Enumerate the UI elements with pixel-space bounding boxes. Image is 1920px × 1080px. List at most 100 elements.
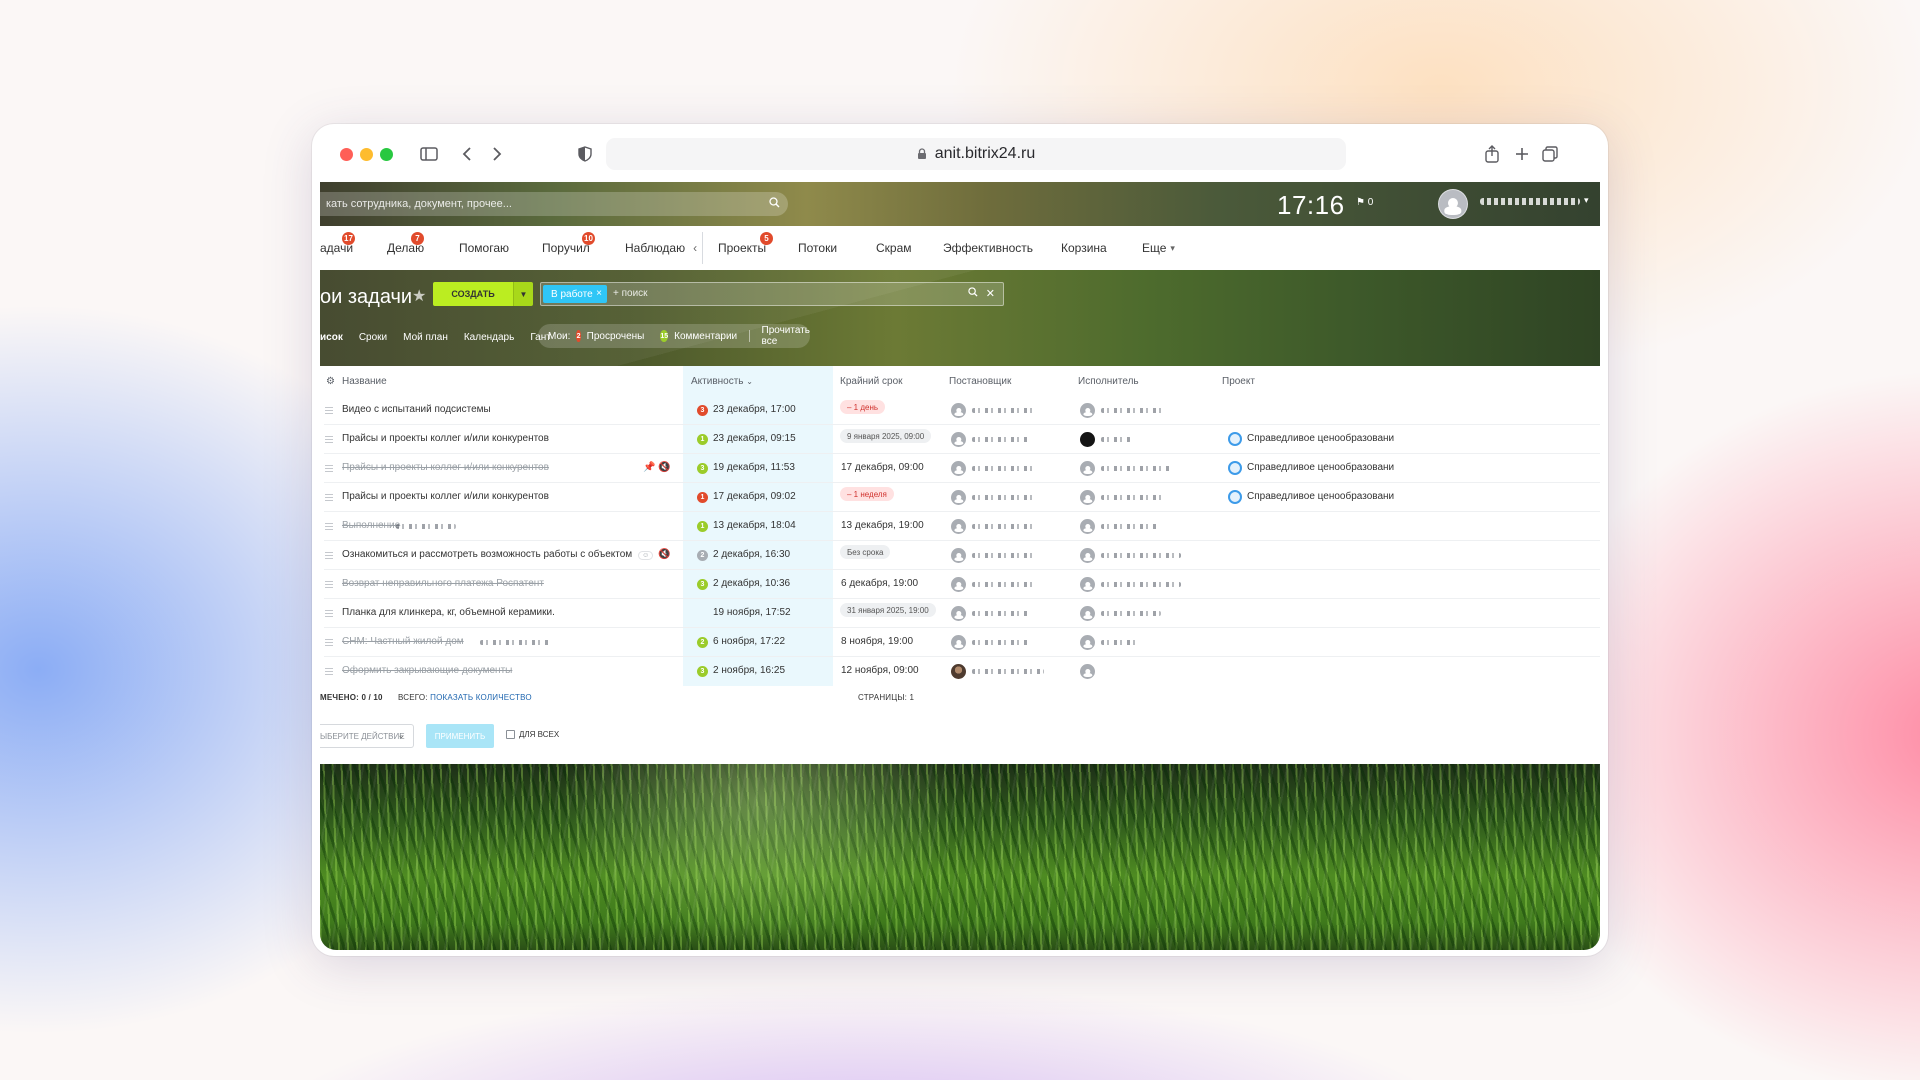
- address-bar[interactable]: anit.bitrix24.ru: [606, 138, 1346, 170]
- task-title[interactable]: Прайсы и проекты коллег и/или конкуренто…: [342, 462, 549, 473]
- nav-item-more[interactable]: Еще ▾: [1142, 226, 1175, 270]
- task-title[interactable]: Видео с испытаний подсистемы: [342, 404, 491, 415]
- tab-my-plan[interactable]: Мой план: [403, 332, 448, 343]
- tab-deadlines[interactable]: Сроки: [359, 332, 387, 343]
- deadline-pill[interactable]: – 1 неделя: [840, 487, 894, 501]
- nav-item-trash[interactable]: Корзина: [1061, 226, 1107, 270]
- table-row[interactable]: Прайсы и проекты коллег и/или конкуренто…: [320, 425, 1600, 454]
- filter-search-input[interactable]: + поиск: [613, 288, 648, 299]
- task-title[interactable]: Выполнение: [342, 520, 400, 531]
- deadline-pill[interactable]: 9 января 2025, 09:00: [840, 429, 932, 443]
- task-title[interactable]: Возврат неправильного платежа Роспатент: [342, 578, 544, 589]
- drag-handle-icon[interactable]: [325, 465, 333, 472]
- creator-name-redacted[interactable]: [972, 437, 1030, 442]
- zoom-window-button[interactable]: [380, 148, 393, 161]
- filter-chip-in-progress[interactable]: В работе ×: [543, 285, 607, 303]
- deadline-date[interactable]: 12 ноября, 09:00: [841, 665, 919, 676]
- drag-handle-icon[interactable]: [325, 610, 333, 617]
- creator-avatar[interactable]: [951, 519, 966, 534]
- create-task-button[interactable]: СОЗДАТЬ: [433, 282, 513, 306]
- column-header-responsible[interactable]: Исполнитель: [1078, 376, 1139, 387]
- creator-name-redacted[interactable]: [972, 408, 1034, 413]
- table-row[interactable]: Прайсы и проекты коллег и/или конкуренто…: [320, 454, 1600, 483]
- deadline-date[interactable]: 17 декабря, 09:00: [841, 462, 924, 473]
- creator-name-redacted[interactable]: [972, 611, 1030, 616]
- shield-icon[interactable]: [576, 141, 594, 167]
- creator-avatar[interactable]: [951, 490, 966, 505]
- deadline-date[interactable]: 6 декабря, 19:00: [841, 578, 918, 589]
- minimize-window-button[interactable]: [360, 148, 373, 161]
- star-icon[interactable]: ★: [412, 286, 426, 306]
- responsible-avatar[interactable]: [1080, 548, 1095, 563]
- creator-name-redacted[interactable]: [972, 524, 1034, 529]
- task-title[interactable]: Ознакомиться и рассмотреть возможность р…: [342, 549, 654, 560]
- deadline-date[interactable]: 13 декабря, 19:00: [841, 520, 924, 531]
- responsible-avatar[interactable]: [1080, 432, 1095, 447]
- drag-handle-icon[interactable]: [325, 523, 333, 530]
- task-title[interactable]: Оформить закрывающие документы: [342, 665, 512, 676]
- task-title[interactable]: Прайсы и проекты коллег и/или конкуренто…: [342, 491, 549, 502]
- nav-item-efficiency[interactable]: Эффективность: [943, 226, 1033, 270]
- project-link[interactable]: Справедливое ценообразовани: [1247, 433, 1394, 444]
- clear-search-icon[interactable]: ✕: [986, 287, 995, 300]
- nav-item-projects[interactable]: Проекты 5: [718, 226, 773, 270]
- task-title[interactable]: Прайсы и проекты коллег и/или конкуренто…: [342, 433, 549, 444]
- drag-handle-icon[interactable]: [325, 436, 333, 443]
- creator-avatar[interactable]: [951, 403, 966, 418]
- clock[interactable]: 17:16: [1277, 190, 1345, 221]
- tab-list[interactable]: исок: [320, 332, 343, 343]
- back-icon[interactable]: [458, 141, 476, 167]
- responsible-avatar[interactable]: [1080, 577, 1095, 592]
- remove-filter-icon[interactable]: ×: [596, 288, 602, 299]
- responsible-name-redacted[interactable]: [1101, 466, 1171, 471]
- project-link[interactable]: Справедливое ценообразовани: [1247, 462, 1394, 473]
- creator-avatar[interactable]: [951, 635, 966, 650]
- nav-item-flows[interactable]: Потоки: [798, 226, 837, 270]
- mute-icon[interactable]: 🔇: [658, 549, 670, 560]
- column-header-activity[interactable]: Активность ⌄: [691, 376, 753, 387]
- portal-search-input[interactable]: кать сотрудника, документ, прочее...: [320, 192, 788, 216]
- responsible-name-redacted[interactable]: [1101, 408, 1163, 413]
- deadline-pill[interactable]: – 1 день: [840, 400, 886, 414]
- table-row[interactable]: Планка для клинкера, кг, объемной керами…: [320, 599, 1600, 628]
- tab-calendar[interactable]: Календарь: [464, 332, 514, 343]
- chevron-down-icon[interactable]: ▾: [1584, 195, 1589, 206]
- notifications-counter[interactable]: ⚑ 0: [1356, 197, 1373, 208]
- forward-icon[interactable]: [488, 141, 506, 167]
- mute-icon[interactable]: 🔇: [658, 462, 670, 473]
- creator-avatar[interactable]: [951, 432, 966, 447]
- table-row[interactable]: Оформить закрывающие документы 3 2 ноябр…: [320, 657, 1600, 686]
- column-header-deadline[interactable]: Крайний срок: [840, 376, 903, 387]
- tab-overview-icon[interactable]: [1540, 141, 1560, 167]
- column-header-name[interactable]: Название: [342, 376, 387, 387]
- responsible-avatar[interactable]: [1080, 635, 1095, 650]
- responsible-name-redacted[interactable]: [1101, 553, 1181, 558]
- drag-handle-icon[interactable]: [325, 552, 333, 559]
- table-row[interactable]: Прайсы и проекты коллег и/или конкуренто…: [320, 483, 1600, 512]
- creator-name-redacted[interactable]: [972, 553, 1034, 558]
- create-dropdown-button[interactable]: ▼: [513, 282, 533, 306]
- pin-icon[interactable]: 📌: [643, 462, 655, 473]
- share-icon[interactable]: [1482, 141, 1502, 167]
- responsible-avatar[interactable]: [1080, 664, 1095, 679]
- deadline-pill[interactable]: 31 января 2025, 19:00: [840, 603, 936, 617]
- creator-name-redacted[interactable]: [972, 640, 1030, 645]
- creator-avatar[interactable]: [951, 664, 966, 679]
- drag-handle-icon[interactable]: [325, 407, 333, 414]
- responsible-name-redacted[interactable]: [1101, 640, 1139, 645]
- column-header-project[interactable]: Проект: [1222, 376, 1255, 387]
- task-title[interactable]: Планка для клинкера, кг, объемной керами…: [342, 607, 555, 618]
- creator-avatar[interactable]: [951, 606, 966, 621]
- user-name-redacted[interactable]: [1480, 198, 1580, 205]
- for-all-checkbox[interactable]: ДЛЯ ВСЕХ: [506, 730, 559, 739]
- nav-item-doing[interactable]: Делаю 7: [387, 226, 424, 270]
- creator-avatar[interactable]: [951, 577, 966, 592]
- nav-item-assigned[interactable]: Поручил 10: [542, 226, 595, 270]
- checkbox[interactable]: [506, 730, 515, 739]
- close-window-button[interactable]: [340, 148, 353, 161]
- nav-item-scrum[interactable]: Скрам: [876, 226, 912, 270]
- nav-item-tasks[interactable]: адачи 17: [320, 226, 355, 270]
- creator-name-redacted[interactable]: [972, 669, 1044, 674]
- creator-avatar[interactable]: [951, 461, 966, 476]
- drag-handle-icon[interactable]: [325, 494, 333, 501]
